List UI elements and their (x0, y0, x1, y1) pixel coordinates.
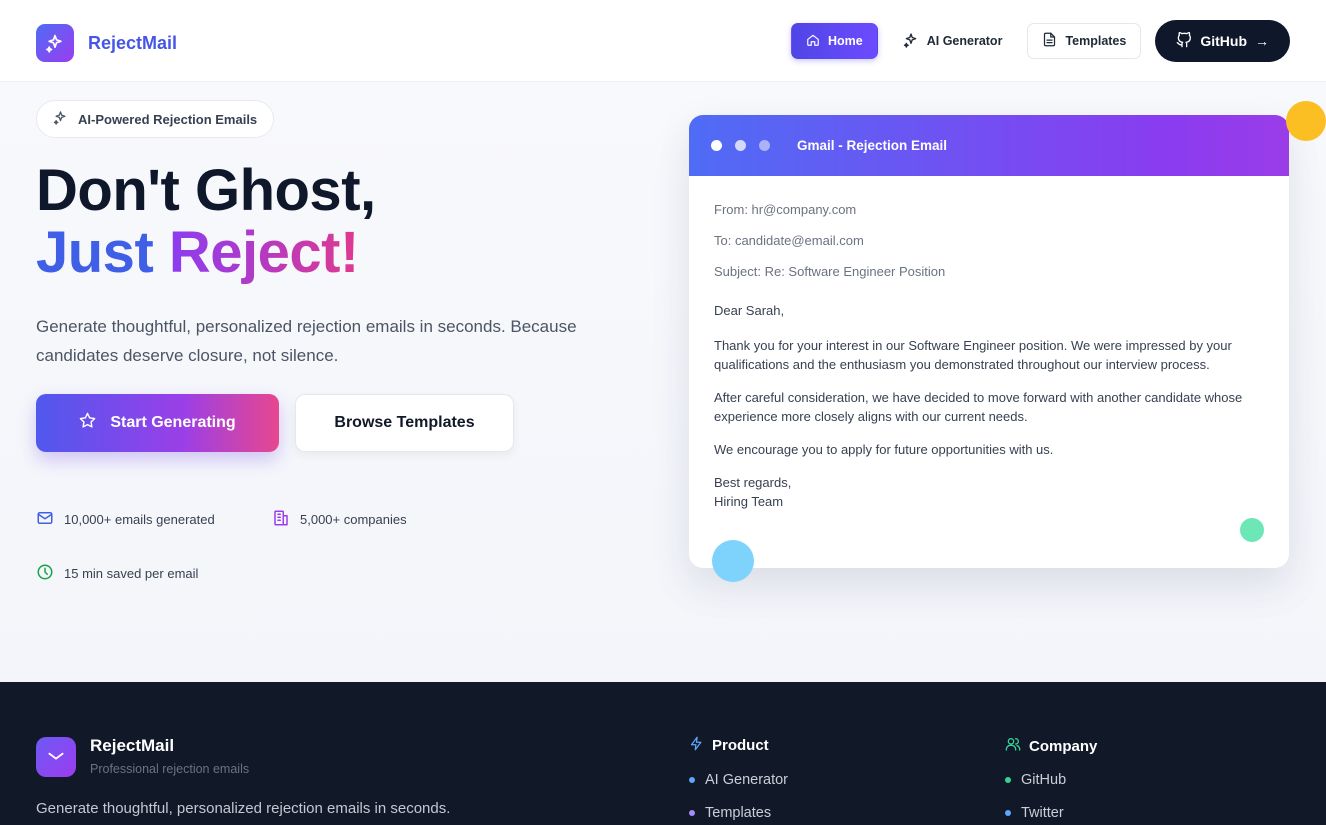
email-paragraph-3: We encourage you to apply for future opp… (714, 442, 1054, 457)
headline-just: Just (36, 220, 154, 285)
footer-link-twitter[interactable]: Twitter (1005, 805, 1064, 821)
mail-icon (36, 509, 54, 530)
decorative-dot (1286, 101, 1326, 141)
footer: RejectMail Professional rejection emails… (0, 682, 1326, 825)
nav-home-button[interactable]: Home (790, 23, 878, 59)
brand[interactable]: RejectMail (36, 24, 177, 62)
footer-link-ai-generator[interactable]: AI Generator (689, 772, 788, 788)
clock-icon (36, 563, 54, 584)
decorative-dot (712, 540, 754, 582)
github-icon (1176, 31, 1192, 51)
email-paragraph-2: After careful consideration, we have dec… (714, 390, 1243, 424)
email-to: To: candidate@email.com (714, 233, 864, 248)
stat-companies-label: 5,000+ companies (300, 512, 407, 527)
mail-icon (36, 737, 76, 777)
badge-label: AI-Powered Rejection Emails (78, 111, 258, 127)
email-from: From: hr@company.com (714, 202, 857, 217)
browse-templates-button[interactable]: Browse Templates (295, 394, 514, 452)
footer-product-title: Product (689, 736, 769, 755)
star-icon (79, 412, 96, 434)
footer-link-templates[interactable]: Templates (689, 805, 771, 821)
window-dot (735, 140, 746, 151)
sparkles-icon (903, 32, 919, 51)
github-button[interactable]: GitHub → (1155, 20, 1290, 62)
footer-company-title: Company (1005, 736, 1097, 756)
footer-description: Generate thoughtful, personalized reject… (36, 800, 451, 817)
stat-companies: 5,000+ companies (272, 509, 407, 530)
hero-subtext: Generate thoughtful, personalized reject… (36, 317, 577, 365)
footer-link-label: Twitter (1021, 805, 1064, 821)
sparkles-icon (36, 24, 74, 62)
email-signature: Hiring Team (714, 494, 784, 509)
sparkles-icon (53, 110, 68, 128)
main-nav: Home AI Generator Templates GitHub → (790, 20, 1290, 62)
footer-link-label: AI Generator (705, 772, 789, 788)
stat-time-saved: 15 min saved per email (36, 563, 198, 584)
stat-emails: 10,000+ emails generated (36, 509, 215, 530)
headline-reject: Reject! (168, 220, 359, 285)
building-icon (272, 509, 290, 530)
bullet-dot (1005, 810, 1011, 816)
lightning-icon (689, 736, 704, 755)
footer-tagline: Professional rejection emails (90, 762, 250, 776)
headline-line-2: Just Reject! (36, 224, 376, 282)
users-icon (1005, 736, 1021, 756)
document-icon (1042, 32, 1057, 50)
browse-templates-label: Browse Templates (334, 414, 475, 431)
email-signoff-line: Best regards, (714, 475, 792, 490)
footer-brand: RejectMail (90, 736, 175, 755)
footer-link-label: Templates (705, 805, 772, 821)
ai-badge: AI-Powered Rejection Emails (36, 100, 275, 138)
nav-templates-label: Templates (1065, 34, 1127, 48)
stat-emails-label: 10,000+ emails generated (64, 512, 215, 527)
decorative-dot (1240, 518, 1264, 542)
footer-product-label: Product (712, 737, 769, 754)
email-paragraph-1: Thank you for your interest in our Softw… (714, 338, 1232, 372)
email-subject: Subject: Re: Software Engineer Position (714, 264, 946, 279)
nav-ai-generator-label: AI Generator (926, 34, 1003, 48)
nav-home-label: Home (827, 34, 863, 48)
start-generating-button[interactable]: Start Generating (36, 394, 279, 452)
email-preview-body: From: hr@company.com To: candidate@email… (689, 176, 1289, 511)
bullet-dot (689, 810, 695, 816)
start-generating-label: Start Generating (110, 414, 236, 431)
top-navbar: RejectMail Home AI Generator Templates G… (0, 0, 1326, 82)
nav-ai-generator-button[interactable]: AI Generator (888, 23, 1018, 59)
brand-name: RejectMail (88, 32, 178, 53)
hero-section: AI-Powered Rejection Emails Don't Ghost,… (0, 82, 1326, 682)
window-dot (759, 140, 770, 151)
window-dot (711, 140, 722, 151)
footer-link-label: GitHub (1021, 772, 1067, 788)
email-preview-card: Gmail - Rejection Email From: hr@company… (689, 115, 1289, 568)
hero-headline: Don't Ghost, Just Reject! (36, 162, 376, 282)
headline-line-1: Don't Ghost, (36, 158, 376, 223)
email-signoff: Best regards, Hiring Team (714, 473, 1264, 511)
email-greeting: Dear Sarah, (714, 303, 785, 318)
nav-templates-button[interactable]: Templates (1027, 23, 1142, 59)
footer-company-label: Company (1029, 737, 1098, 755)
stat-time-saved-label: 15 min saved per email (64, 566, 199, 581)
github-label: GitHub (1200, 33, 1247, 49)
footer-link-github[interactable]: GitHub (1005, 772, 1066, 788)
email-preview-header: Gmail - Rejection Email (689, 115, 1289, 176)
bullet-dot (1005, 777, 1011, 783)
bullet-dot (689, 777, 695, 783)
email-preview-title: Gmail - Rejection Email (797, 138, 948, 153)
arrow-right-icon: → (1255, 33, 1269, 49)
home-icon (806, 33, 820, 50)
